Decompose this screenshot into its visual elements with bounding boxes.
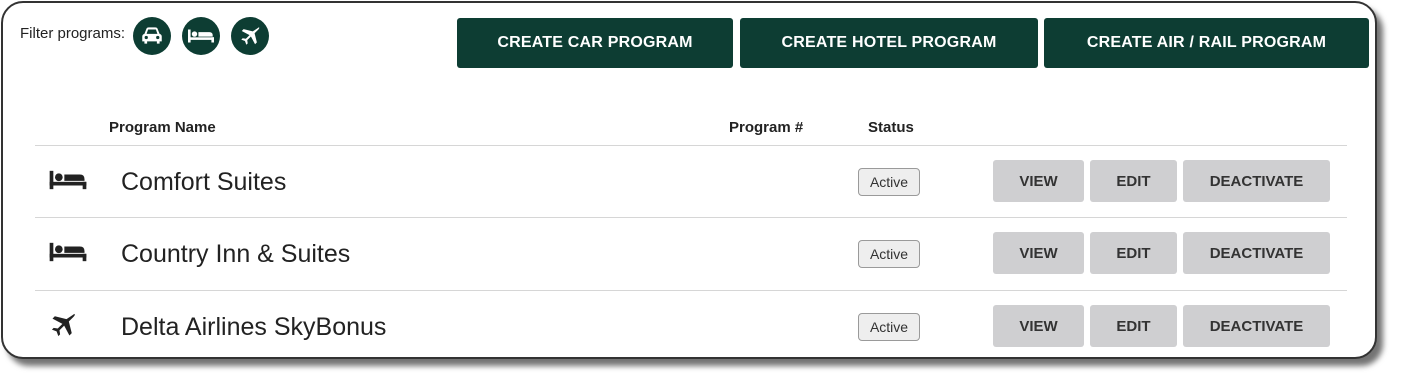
bed-icon [49, 241, 87, 263]
edit-button[interactable]: EDIT [1090, 232, 1177, 274]
filter-car-button[interactable] [133, 17, 172, 55]
view-button[interactable]: VIEW [993, 160, 1084, 202]
programs-panel: Filter programs: CREATE CAR PROGRAM CREA… [1, 1, 1377, 359]
bed-icon [188, 27, 214, 45]
create-air-rail-program-button[interactable]: CREATE AIR / RAIL PROGRAM [1044, 18, 1369, 68]
program-name: Comfort Suites [121, 168, 287, 196]
create-car-program-button[interactable]: CREATE CAR PROGRAM [457, 18, 733, 68]
filter-label: Filter programs: [20, 24, 126, 42]
filter-air-button[interactable] [231, 17, 270, 55]
airplane-icon [49, 311, 77, 339]
filter-hotel-button[interactable] [182, 17, 221, 55]
column-header-program-name: Program Name [109, 119, 216, 136]
row-divider [35, 290, 1347, 291]
deactivate-button[interactable]: DEACTIVATE [1183, 305, 1330, 347]
column-header-program-number: Program # [729, 119, 804, 136]
edit-button[interactable]: EDIT [1090, 160, 1177, 202]
program-name: Country Inn & Suites [121, 240, 351, 268]
view-button[interactable]: VIEW [993, 232, 1084, 274]
status-badge: Active [858, 313, 920, 341]
status-badge: Active [858, 168, 920, 196]
edit-button[interactable]: EDIT [1090, 305, 1177, 347]
status-badge: Active [858, 240, 920, 268]
bed-icon [49, 169, 87, 191]
deactivate-button[interactable]: DEACTIVATE [1183, 232, 1330, 274]
column-header-status: Status [868, 119, 914, 136]
create-hotel-program-button[interactable]: CREATE HOTEL PROGRAM [740, 18, 1038, 68]
filter-bar: Filter programs: [20, 17, 280, 55]
program-name: Delta Airlines SkyBonus [121, 313, 387, 341]
header-divider [35, 145, 1347, 146]
row-divider [35, 217, 1347, 218]
airplane-icon [239, 25, 261, 47]
view-button[interactable]: VIEW [993, 305, 1084, 347]
deactivate-button[interactable]: DEACTIVATE [1183, 160, 1330, 202]
car-icon [139, 23, 165, 49]
